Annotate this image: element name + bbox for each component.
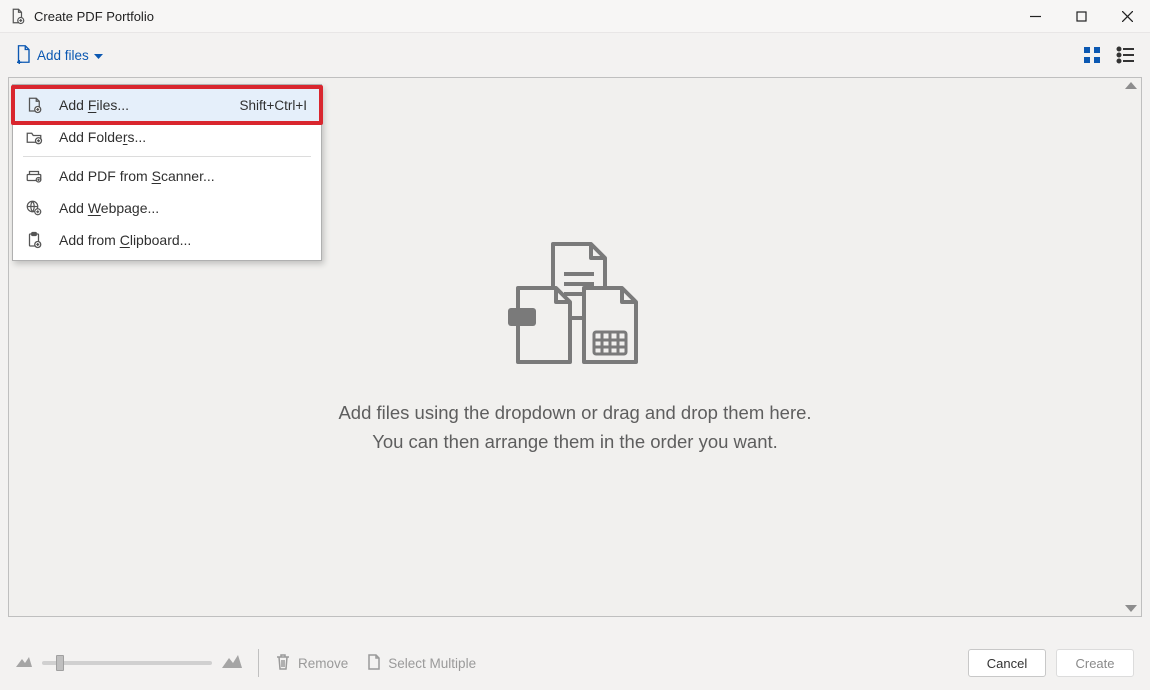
- caret-down-icon: [94, 48, 103, 63]
- drop-instructions: Add files using the dropdown or drag and…: [338, 399, 811, 456]
- menu-add-files-label: Add Files...: [59, 97, 225, 113]
- menu-add-files[interactable]: Add Files... Shift+Ctrl+I: [13, 89, 321, 121]
- files-illustration-icon: [490, 238, 660, 373]
- add-file-icon: [14, 44, 32, 67]
- add-files-label: Add files: [37, 48, 89, 63]
- menu-add-files-shortcut: Shift+Ctrl+I: [239, 98, 307, 113]
- folder-add-icon: [23, 129, 45, 145]
- menu-add-scanner-label: Add PDF from Scanner...: [59, 168, 307, 184]
- list-view-button[interactable]: [1116, 45, 1136, 65]
- scroll-down-icon: [1125, 605, 1137, 612]
- trash-icon: [275, 653, 291, 674]
- view-toggles: [1082, 45, 1136, 65]
- scanner-icon: [23, 168, 45, 184]
- remove-label: Remove: [298, 656, 348, 671]
- titlebar: Create PDF Portfolio: [0, 0, 1150, 33]
- zoom-out-icon[interactable]: [16, 654, 32, 672]
- zoom-controls: [16, 654, 242, 673]
- menu-add-webpage[interactable]: Add Webpage...: [13, 192, 321, 224]
- select-multiple-button[interactable]: Select Multiple: [366, 653, 476, 674]
- window-title: Create PDF Portfolio: [34, 9, 154, 24]
- menu-add-folders-label: Add Folders...: [59, 129, 307, 145]
- select-multiple-label: Select Multiple: [388, 656, 476, 671]
- select-icon: [366, 653, 381, 674]
- footer: Remove Select Multiple Cancel Create: [0, 636, 1150, 690]
- add-files-dropdown-button[interactable]: Add files: [14, 44, 103, 67]
- footer-actions: Cancel Create: [968, 649, 1134, 677]
- zoom-in-icon[interactable]: [222, 654, 242, 673]
- create-button[interactable]: Create: [1056, 649, 1134, 677]
- menu-add-webpage-label: Add Webpage...: [59, 200, 307, 216]
- cancel-button[interactable]: Cancel: [968, 649, 1046, 677]
- grid-view-button[interactable]: [1082, 45, 1102, 65]
- drop-line1: Add files using the dropdown or drag and…: [338, 399, 811, 428]
- drop-line2: You can then arrange them in the order y…: [338, 428, 811, 457]
- divider: [258, 649, 259, 677]
- minimize-button[interactable]: [1012, 0, 1058, 33]
- app-icon: [7, 6, 27, 26]
- toolbar: Add files: [0, 33, 1150, 77]
- menu-add-scanner[interactable]: Add PDF from Scanner...: [13, 160, 321, 192]
- zoom-slider[interactable]: [42, 661, 212, 665]
- close-button[interactable]: [1104, 0, 1150, 33]
- clipboard-icon: [23, 231, 45, 249]
- menu-add-clipboard[interactable]: Add from Clipboard...: [13, 224, 321, 256]
- menu-separator: [23, 156, 311, 157]
- zoom-thumb[interactable]: [56, 655, 64, 671]
- file-add-icon: [23, 96, 45, 114]
- add-files-menu: Add Files... Shift+Ctrl+I Add Folders...…: [12, 84, 322, 261]
- remove-button[interactable]: Remove: [275, 653, 348, 674]
- window-controls: [1012, 0, 1150, 33]
- menu-add-clipboard-label: Add from Clipboard...: [59, 232, 307, 248]
- maximize-button[interactable]: [1058, 0, 1104, 33]
- globe-icon: [23, 199, 45, 217]
- menu-add-folders[interactable]: Add Folders...: [13, 121, 321, 153]
- scroll-up-icon: [1125, 82, 1137, 89]
